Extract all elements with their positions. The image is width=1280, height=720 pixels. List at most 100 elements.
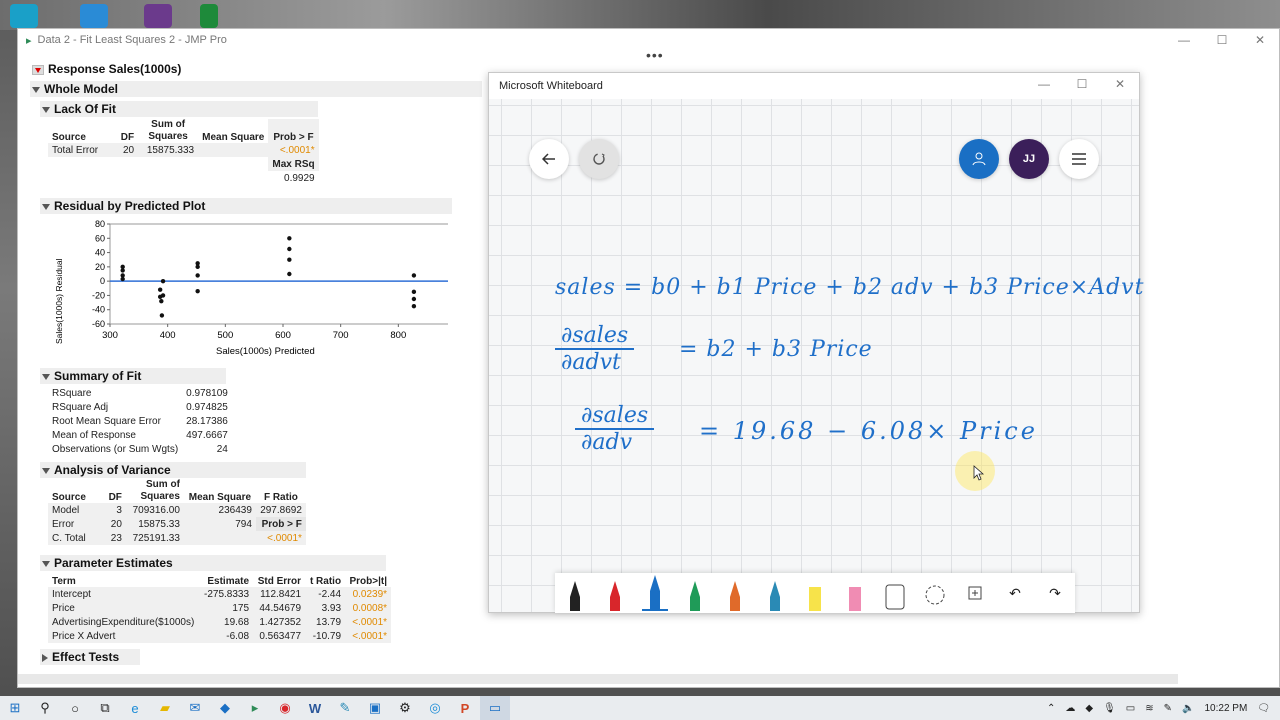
anova-df: 3 xyxy=(116,504,122,516)
data-point xyxy=(287,271,292,277)
p-value: 0.0008* xyxy=(352,602,388,614)
response-header[interactable]: Response Sales(1000s) xyxy=(30,61,184,77)
max-rsq-value: 0.9929 xyxy=(284,172,315,184)
mic-icon[interactable]: 🎙 xyxy=(1103,703,1116,714)
desktop-app-icon[interactable] xyxy=(80,4,108,28)
search-button[interactable]: ⚲ xyxy=(30,696,60,720)
taskbar-app[interactable]: ◎ xyxy=(420,696,450,720)
residual-plot-header[interactable]: Residual by Predicted Plot xyxy=(40,198,452,214)
invite-button[interactable] xyxy=(959,139,999,179)
taskbar-app[interactable]: W xyxy=(300,696,330,720)
data-point xyxy=(120,268,125,273)
highlighter-pink-tool[interactable] xyxy=(842,575,868,611)
data-point xyxy=(159,313,165,318)
whiteboard-canvas[interactable]: JJ sales = b0 + b1 Price + b2 adv + b3 P… xyxy=(489,99,1143,613)
pen-blue-icon xyxy=(650,575,660,609)
add-tool[interactable] xyxy=(962,575,988,611)
sync-button[interactable] xyxy=(579,139,619,179)
std-error: 1.427352 xyxy=(259,616,302,628)
maximize-button[interactable]: ☐ xyxy=(1203,29,1241,51)
x-tick-label: 500 xyxy=(217,330,233,341)
red-triangle-menu-icon[interactable] xyxy=(32,64,44,75)
taskbar-app[interactable]: ▰ xyxy=(150,696,180,720)
x-tick-label: 800 xyxy=(390,330,406,341)
disclosure-icon[interactable] xyxy=(32,86,40,93)
lasso-icon xyxy=(925,585,945,605)
taskbar-app[interactable]: ▣ xyxy=(360,696,390,720)
desktop-app-icon[interactable] xyxy=(10,4,38,28)
anova-ms xyxy=(184,531,256,545)
chevron-up-icon[interactable]: ⌃ xyxy=(1047,703,1055,714)
taskbar-app[interactable]: ◉ xyxy=(270,696,300,720)
data-point xyxy=(287,257,292,262)
clock[interactable]: 10:22 PM xyxy=(1204,703,1247,714)
disclosure-icon[interactable] xyxy=(42,106,50,113)
redo-button[interactable]: ↷ xyxy=(1042,575,1068,611)
taskbar-app[interactable]: ⚙ xyxy=(390,696,420,720)
disclosure-icon[interactable] xyxy=(42,467,50,474)
close-button[interactable]: ✕ xyxy=(1101,73,1139,95)
lack-of-fit-header[interactable]: Lack Of Fit xyxy=(40,101,318,117)
summary-of-fit-header[interactable]: Summary of Fit xyxy=(40,368,226,384)
desktop-app-icon[interactable] xyxy=(144,4,172,28)
taskbar-app[interactable]: P xyxy=(450,696,480,720)
col-ms: Mean Square xyxy=(202,132,265,143)
desktop-app-icon[interactable] xyxy=(200,4,218,28)
volume-icon[interactable]: 🔈 xyxy=(1182,703,1194,714)
whole-model-header[interactable]: Whole Model xyxy=(30,81,482,97)
col-ss: Sum of Squares xyxy=(140,479,180,502)
taskbar-app[interactable]: ▸ xyxy=(240,696,270,720)
undo-button[interactable]: ↶ xyxy=(1002,575,1028,611)
dropbox-tray-icon[interactable]: ◆ xyxy=(1085,703,1093,714)
ruler-tool[interactable] xyxy=(882,575,908,611)
cortana-button[interactable]: ○ xyxy=(60,696,90,720)
taskbar-app[interactable]: ◆ xyxy=(210,696,240,720)
data-point xyxy=(120,276,125,282)
pen-red-tool[interactable] xyxy=(602,575,628,611)
horizontal-scrollbar[interactable] xyxy=(18,674,1178,684)
wifi-icon[interactable]: ≋ xyxy=(1145,703,1153,714)
taskbar-app[interactable]: e xyxy=(120,696,150,720)
back-button[interactable] xyxy=(529,139,569,179)
dropbox-icon: ◆ xyxy=(220,700,230,715)
highlighter-yellow-tool[interactable] xyxy=(802,575,828,611)
data-point xyxy=(411,273,417,278)
battery-icon[interactable]: ▭ xyxy=(1126,703,1135,714)
menu-button[interactable] xyxy=(1059,139,1099,179)
anova-ss: 725191.33 xyxy=(132,532,180,544)
notifications-icon[interactable]: 🗨 xyxy=(1257,703,1270,714)
col-prob: Prob>|t| xyxy=(349,576,388,587)
row-df: 20 xyxy=(123,144,135,156)
col-source: Source xyxy=(52,132,86,143)
disclosure-icon[interactable] xyxy=(42,653,48,662)
maximize-button[interactable]: ☐ xyxy=(1063,73,1101,95)
hamburger-menu-icon xyxy=(1072,153,1086,165)
data-point xyxy=(287,236,292,241)
minimize-button[interactable]: — xyxy=(1165,29,1203,51)
row-ss: 15875.333 xyxy=(146,144,195,156)
avatar[interactable]: JJ xyxy=(1009,139,1049,179)
windows-icon: ⊞ xyxy=(9,700,21,715)
disclosure-icon[interactable] xyxy=(42,560,50,567)
pen-black-tool[interactable] xyxy=(562,575,588,611)
task-view-button[interactable]: ⧉ xyxy=(90,696,120,720)
close-button[interactable]: ✕ xyxy=(1241,29,1279,51)
lasso-tool[interactable] xyxy=(922,575,948,611)
cloud-icon[interactable]: ☁ xyxy=(1065,703,1075,714)
taskbar-app[interactable]: ✉ xyxy=(180,696,210,720)
taskbar-app-active[interactable]: ▭ xyxy=(480,696,510,720)
disclosure-icon[interactable] xyxy=(42,203,50,210)
anova-header[interactable]: Analysis of Variance xyxy=(40,462,306,478)
pen-galaxy-tool[interactable] xyxy=(762,575,788,611)
pen-rainbow-tool[interactable] xyxy=(722,575,748,611)
start-button[interactable]: ⊞ xyxy=(0,696,30,720)
param-est-header[interactable]: Parameter Estimates xyxy=(40,555,386,571)
disclosure-icon[interactable] xyxy=(42,373,50,380)
effect-tests-header[interactable]: Effect Tests xyxy=(40,649,140,665)
minimize-button[interactable]: — xyxy=(1025,73,1063,95)
pen-green-tool[interactable] xyxy=(682,575,708,611)
data-point xyxy=(287,246,292,252)
pen-tray-icon[interactable]: ✎ xyxy=(1164,703,1172,714)
pen-blue-tool[interactable] xyxy=(642,575,668,611)
taskbar-app[interactable]: ✎ xyxy=(330,696,360,720)
